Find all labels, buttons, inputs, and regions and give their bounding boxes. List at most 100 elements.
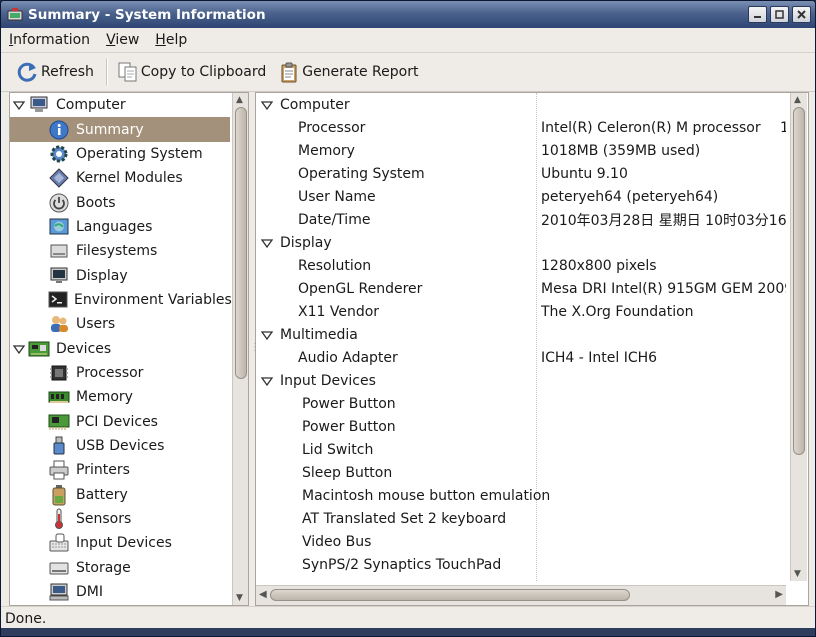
scroll-up-icon[interactable]: ▲ (794, 95, 801, 105)
info-icon (48, 120, 70, 140)
scroll-left-icon[interactable]: ◀ (259, 589, 267, 600)
details-vscrollbar[interactable]: ▲ ▼ (790, 93, 807, 581)
monitor-icon (48, 266, 70, 286)
tree-item-label: Filesystems (76, 243, 158, 260)
details-row[interactable]: AT Translated Set 2 keyboard (256, 507, 786, 530)
details-hscrollbar[interactable]: ◀ ▶ (256, 585, 786, 605)
details-row[interactable]: Audio Adapter ICH4 - Intel ICH6 (256, 346, 786, 369)
details-pane: Computer Processor Intel(R) Celeron(R) M p… (255, 92, 809, 606)
tree-item-operating-system[interactable]: Operating System (10, 142, 230, 166)
tree-item-dmi[interactable]: DMI (10, 580, 230, 604)
menu-bar: Information View Help (1, 28, 815, 53)
tree-item-languages[interactable]: Languages (10, 215, 230, 239)
tree-item-pci-devices[interactable]: PCI Devices (10, 409, 230, 433)
chip-icon (48, 363, 70, 383)
detail-value-overflow: 1 (780, 120, 786, 136)
details-row[interactable]: OpenGL Renderer Mesa DRI Intel(R) 915GM G… (256, 277, 786, 300)
tree-expander[interactable] (10, 344, 28, 354)
tree-item-summary[interactable]: Summary (10, 117, 230, 142)
tree-item-printers[interactable]: Printers (10, 458, 230, 482)
thermometer-icon (48, 508, 70, 530)
tree-item-display[interactable]: Display (10, 263, 230, 287)
category-expander[interactable] (256, 376, 278, 386)
main-window: Summary - System Information Information… (0, 0, 816, 637)
tree-item-boots[interactable]: Boots (10, 190, 230, 214)
details-row[interactable]: Macintosh mouse button emulation (256, 484, 786, 507)
tree-item-memory[interactable]: Memory (10, 385, 230, 409)
expander-down-icon[interactable] (261, 238, 273, 248)
minimize-button[interactable] (748, 6, 767, 23)
tree-item-storage[interactable]: Storage (10, 556, 230, 580)
scroll-down-icon[interactable]: ▼ (236, 593, 243, 603)
details-row[interactable]: SynPS/2 Synaptics TouchPad (256, 553, 786, 576)
details-row[interactable]: Resolution 1280x800 pixels (256, 254, 786, 277)
pane-splitter[interactable]: ⋮ (250, 342, 260, 356)
storage-icon (48, 558, 70, 578)
details-category-row[interactable]: Input Devices (256, 369, 786, 392)
tree-scroll-thumb[interactable] (235, 107, 247, 379)
category-expander[interactable] (256, 238, 278, 248)
status-bar: Done. (1, 606, 815, 630)
tree-item-computer[interactable]: Computer (10, 93, 230, 117)
tree-item-users[interactable]: Users (10, 312, 230, 336)
tree-item-label: Input Devices (76, 535, 172, 552)
expander-down-icon[interactable] (261, 330, 273, 340)
detail-key: Sleep Button (302, 464, 393, 481)
tree-item-sensors[interactable]: Sensors (10, 507, 230, 531)
category-expander[interactable] (256, 100, 278, 110)
details-row[interactable]: Power Button (256, 392, 786, 415)
details-row[interactable]: User Name peteryeh64 (peteryeh64) (256, 185, 786, 208)
details-row[interactable]: Sleep Button (256, 461, 786, 484)
details-row[interactable]: X11 Vendor The X.Org Foundation (256, 300, 786, 323)
detail-value: Intel(R) Celeron(R) M processor (541, 119, 761, 136)
details-row[interactable]: Memory 1018MB (359MB used) (256, 139, 786, 162)
details-category-row[interactable]: Display (256, 231, 786, 254)
maximize-button[interactable] (770, 6, 789, 23)
detail-key: OpenGL Renderer (298, 280, 423, 297)
menu-view[interactable]: View (106, 32, 139, 48)
category-expander[interactable] (256, 330, 278, 340)
scroll-down-icon[interactable]: ▼ (794, 569, 801, 579)
menu-help[interactable]: Help (155, 32, 187, 48)
details-row[interactable]: Date/Time 2010年03月28日 星期日 10时03分16秒 (256, 208, 786, 231)
expander-down-icon[interactable] (261, 376, 273, 386)
copy-to-clipboard-button[interactable]: Copy to Clipboard (117, 61, 266, 83)
tree-item-usb-devices[interactable]: USB Devices (10, 434, 230, 458)
category-label: Display (280, 234, 332, 251)
details-vscroll-thumb[interactable] (793, 107, 805, 455)
tree-item-environment-variables[interactable]: Environment Variables (10, 288, 232, 312)
scroll-up-icon[interactable]: ▲ (236, 95, 243, 105)
tree-item-filesystems[interactable]: Filesystems (10, 239, 230, 263)
tree-expander[interactable] (10, 100, 28, 111)
details-hscroll-thumb[interactable] (270, 589, 630, 601)
printer-icon (48, 460, 70, 480)
menu-information[interactable]: Information (9, 32, 90, 48)
details-category-row[interactable]: Multimedia (256, 323, 786, 346)
detail-key: User Name (298, 188, 376, 205)
details-row[interactable]: Operating System Ubuntu 9.10 (256, 162, 786, 185)
details-row[interactable]: Lid Switch (256, 438, 786, 461)
expander-down-icon[interactable] (261, 100, 273, 110)
refresh-button[interactable]: Refresh (15, 60, 94, 84)
details-row[interactable]: Processor Intel(R) Celeron(R) M processor… (256, 116, 786, 139)
dmi-icon (48, 582, 70, 602)
scroll-right-icon[interactable]: ▶ (775, 589, 783, 600)
close-button[interactable] (792, 6, 811, 23)
details-category-row[interactable]: Computer (256, 93, 786, 116)
tree-item-input-devices[interactable]: Input Devices (10, 531, 230, 555)
tree-item-label: PCI Devices (76, 413, 158, 430)
details-row[interactable]: Power Button (256, 415, 786, 438)
app-icon (7, 7, 23, 20)
title-bar[interactable]: Summary - System Information (1, 1, 815, 28)
tree-scrollbar[interactable]: ▲ ▼ (232, 93, 248, 605)
expander-down-icon[interactable] (13, 344, 25, 354)
expander-down-icon[interactable] (13, 100, 25, 111)
tree-item-label: Operating System (76, 145, 203, 162)
tree-item-battery[interactable]: Battery (10, 483, 230, 507)
tree-item-kernel-modules[interactable]: Kernel Modules (10, 166, 230, 190)
tree-item-processor[interactable]: Processor (10, 361, 230, 385)
details-row[interactable]: Video Bus (256, 530, 786, 553)
tree-item-devices[interactable]: Devices (10, 336, 230, 360)
tree-item-label: Printers (76, 462, 130, 479)
generate-report-button[interactable]: Generate Report (278, 61, 418, 83)
